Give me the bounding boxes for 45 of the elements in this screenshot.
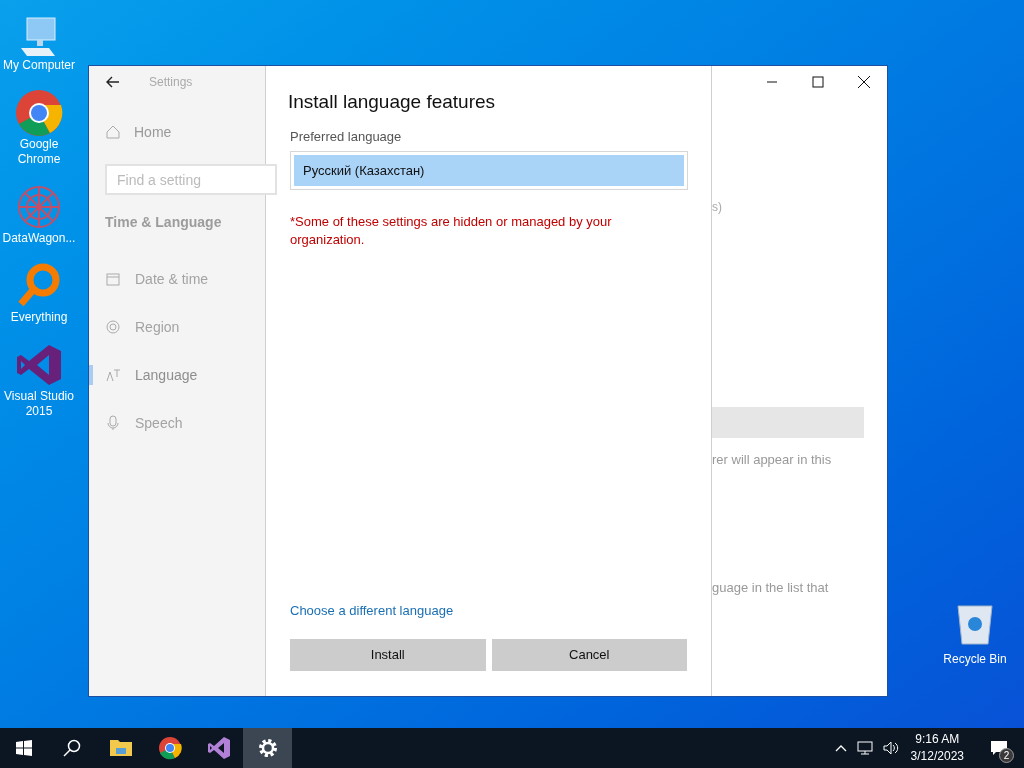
icon-label: Recycle Bin (943, 651, 1007, 668)
maximize-icon[interactable] (809, 74, 827, 90)
background-text: rer will appear in this (712, 451, 833, 469)
icon-label: Everything (10, 310, 68, 325)
visual-studio-icon[interactable] (206, 736, 231, 760)
nav-item[interactable]: Speech (135, 412, 183, 434)
window-title: Settings (149, 74, 193, 91)
network-icon[interactable] (856, 741, 873, 755)
icon-label: DataWagon... (2, 231, 76, 246)
microphone-icon (105, 415, 121, 431)
clock-time: 9:16 AM (915, 731, 960, 748)
back-icon[interactable] (106, 76, 120, 88)
nav-item[interactable]: Language (135, 364, 198, 386)
taskbar-button[interactable] (243, 728, 292, 768)
background-text: s) (712, 199, 723, 214)
language-icon (105, 367, 121, 383)
chevron-up-icon[interactable] (834, 744, 847, 752)
dialog-button[interactable]: Cancel (491, 639, 687, 671)
clock-date: 3/12/2023 (910, 748, 964, 765)
starburst-icon[interactable] (15, 183, 63, 231)
nav-item[interactable]: Date & time (135, 268, 209, 290)
nav-item[interactable]: Region (135, 316, 180, 338)
calendar-icon (105, 271, 121, 287)
icon-label: Google Chrome (16, 137, 62, 167)
home-icon (105, 124, 121, 140)
dialog-button[interactable]: Install (290, 639, 486, 671)
chrome-icon[interactable] (157, 736, 182, 760)
speaker-icon[interactable] (882, 741, 899, 755)
section-heading: Time & Language (105, 213, 223, 232)
icon-label: My Computer (3, 58, 75, 73)
nav-item[interactable]: Home (134, 121, 172, 143)
recycle-bin-icon[interactable] (955, 602, 995, 646)
choose-language-link[interactable]: Choose a different language (290, 600, 454, 620)
close-icon[interactable] (855, 74, 873, 90)
field-label: Preferred language (290, 127, 403, 146)
search-icon[interactable] (63, 739, 81, 757)
globe-icon (105, 319, 121, 335)
language-list-item[interactable]: Русский (Казахстан) (294, 155, 684, 186)
icon-label: Visual Studio 2015 (3, 389, 75, 419)
search-field[interactable]: Find a setting (105, 164, 277, 195)
background-text: guage in the list that (712, 578, 830, 597)
notification-badge: 2 (999, 748, 1014, 763)
warning-text: *Some of these settings are hidden or managed by your organization. (290, 213, 613, 249)
start-icon[interactable] (16, 740, 32, 756)
dialog-title: Install language features (288, 90, 497, 114)
